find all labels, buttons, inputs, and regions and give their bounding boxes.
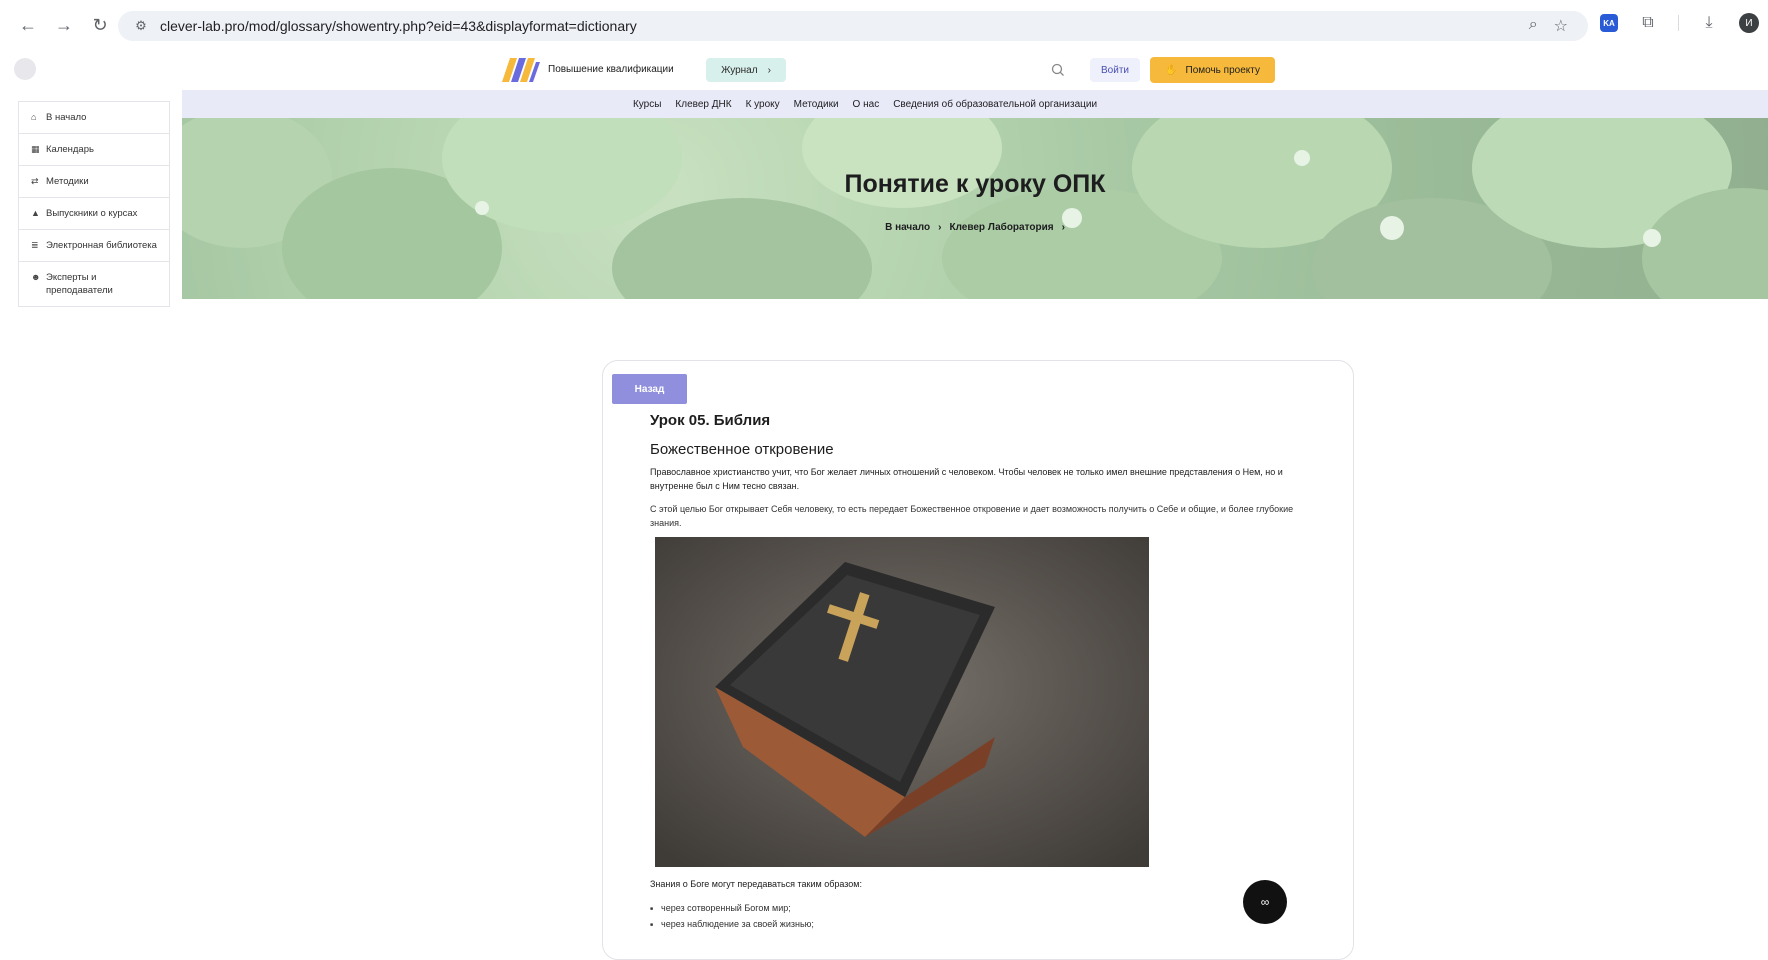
help-label: Помочь проекту bbox=[1185, 64, 1260, 76]
reload-icon[interactable]: ↻ bbox=[86, 11, 114, 39]
breadcrumb: В начало › Клевер Лаборатория › bbox=[182, 222, 1768, 233]
hero-banner: Понятие к уроку ОПК В начало › Клевер Лабо… bbox=[182, 118, 1768, 299]
paragraph-1: Православное христианство учит, что Бог … bbox=[650, 467, 1283, 491]
breadcrumb-item-home[interactable]: В начало bbox=[885, 222, 930, 233]
profile-avatar[interactable]: И bbox=[1739, 13, 1759, 33]
download-icon[interactable]: ⤓ bbox=[1699, 13, 1719, 33]
drawer-toggle-button[interactable] bbox=[14, 58, 36, 80]
bookmark-star-icon[interactable]: ☆ bbox=[1554, 16, 1568, 36]
extensions-area: KA ⧉ ⤓ И ⋮ bbox=[1600, 13, 1768, 33]
journal-button[interactable]: Журнал › bbox=[706, 58, 786, 82]
users-icon: ☻ bbox=[31, 272, 41, 282]
help-project-button[interactable]: ✋ Помочь проекту bbox=[1150, 57, 1275, 83]
search-icon[interactable] bbox=[1050, 62, 1066, 78]
puzzle-extensions-icon[interactable]: ⧉ bbox=[1638, 13, 1658, 33]
breadcrumb-item-lab[interactable]: Клевер Лаборатория bbox=[949, 222, 1053, 233]
list-item: через наблюдение за своей жизнью; bbox=[650, 917, 814, 933]
methods-icon: ⇄ bbox=[31, 176, 39, 186]
sidebar-item-experts[interactable]: ☻ Эксперты и преподаватели bbox=[19, 262, 169, 306]
nav-item-org-info[interactable]: Сведения об образовательной организации bbox=[893, 99, 1097, 110]
ka-extension-icon[interactable]: KA bbox=[1600, 14, 1618, 32]
page-title: Понятие к уроку ОПК bbox=[844, 170, 1106, 198]
breadcrumb-separator-icon: › bbox=[938, 222, 942, 233]
glasses-icon: ∞ bbox=[1260, 895, 1270, 909]
chevron-right-icon: › bbox=[767, 64, 771, 76]
secondary-nav: Курсы Клевер ДНК К уроку Методики О нас … bbox=[182, 90, 1768, 118]
sidebar-item-graduates[interactable]: ▲ Выпускники о курсах bbox=[19, 198, 169, 230]
nav-item-methods[interactable]: Методики bbox=[794, 99, 839, 110]
address-actions: ⌕ ☆ bbox=[1529, 16, 1568, 36]
sidebar-item-home[interactable]: ⌂ В начало bbox=[19, 102, 169, 134]
nav-item-about[interactable]: О нас bbox=[853, 99, 880, 110]
section-title: Божественное откровение bbox=[650, 441, 834, 458]
nav-item-courses[interactable]: Курсы bbox=[633, 99, 661, 110]
sidebar-item-label: Выпускники о курсах bbox=[46, 208, 138, 219]
accessibility-glasses-button[interactable]: ∞ bbox=[1243, 880, 1287, 924]
back-arrow-icon[interactable]: ← bbox=[14, 11, 42, 39]
sidebar-item-label: В начало bbox=[46, 112, 87, 123]
site-settings-icon[interactable]: ⚙ bbox=[132, 17, 150, 35]
sidebar-item-library[interactable]: ≣ Электронная библиотека bbox=[19, 230, 169, 262]
sidebar-item-label: Эксперты и преподаватели bbox=[46, 272, 113, 296]
address-bar[interactable]: ⚙ clever-lab.pro/mod/glossary/showentry.… bbox=[118, 11, 1588, 41]
breadcrumb-separator-icon: › bbox=[1061, 222, 1065, 233]
knowledge-intro: Знания о Боге могут передаваться таким о… bbox=[650, 879, 862, 889]
graduation-icon: ▲ bbox=[31, 208, 40, 218]
lesson-title: Урок 05. Библия bbox=[650, 412, 771, 429]
journal-label: Журнал bbox=[721, 64, 758, 76]
toolbar-divider bbox=[1678, 15, 1679, 31]
browser-toolbar: ← → ↻ ⚙ clever-lab.pro/mod/glossary/show… bbox=[0, 0, 1768, 50]
back-button[interactable]: Назад bbox=[612, 374, 687, 404]
home-icon: ⌂ bbox=[31, 112, 37, 122]
sidebar-item-label: Электронная библиотека bbox=[46, 240, 157, 251]
hand-heart-icon: ✋ bbox=[1165, 64, 1178, 76]
knowledge-list: через сотворенный Богом мир; через наблю… bbox=[650, 901, 814, 933]
list-item: через сотворенный Богом мир; bbox=[650, 901, 814, 917]
url-text[interactable]: clever-lab.pro/mod/glossary/showentry.ph… bbox=[160, 18, 637, 34]
database-icon: ≣ bbox=[31, 240, 39, 250]
login-button[interactable]: Войти bbox=[1090, 58, 1140, 82]
sidebar-item-calendar[interactable]: ▦ Календарь bbox=[19, 134, 169, 166]
bible-illustration bbox=[655, 537, 1149, 867]
calendar-icon: ▦ bbox=[31, 144, 40, 154]
brand-name[interactable]: Повышение квалификации bbox=[548, 64, 674, 75]
sidebar-item-label: Календарь bbox=[46, 144, 94, 155]
browser-nav: ← → ↻ bbox=[14, 11, 114, 39]
hero-overlay bbox=[182, 118, 1768, 299]
site-header: Повышение квалификации Журнал › Войти ✋ … bbox=[0, 50, 1768, 90]
sidebar-item-label: Методики bbox=[46, 176, 89, 187]
nav-item-clover-dna[interactable]: Клевер ДНК bbox=[675, 99, 731, 110]
paragraph-2: С этой целью Бог открывает Себя человеку… bbox=[650, 504, 1294, 528]
sidebar-item-methods[interactable]: ⇄ Методики bbox=[19, 166, 169, 198]
left-sidebar: ⌂ В начало ▦ Календарь ⇄ Методики ▲ Выпу… bbox=[18, 101, 170, 307]
nav-item-to-lesson[interactable]: К уроку bbox=[746, 99, 780, 110]
forward-arrow-icon[interactable]: → bbox=[50, 11, 78, 39]
site-logo-icon[interactable] bbox=[502, 58, 540, 82]
bible-image bbox=[655, 537, 1149, 867]
zoom-icon[interactable]: ⌕ bbox=[1529, 16, 1538, 36]
